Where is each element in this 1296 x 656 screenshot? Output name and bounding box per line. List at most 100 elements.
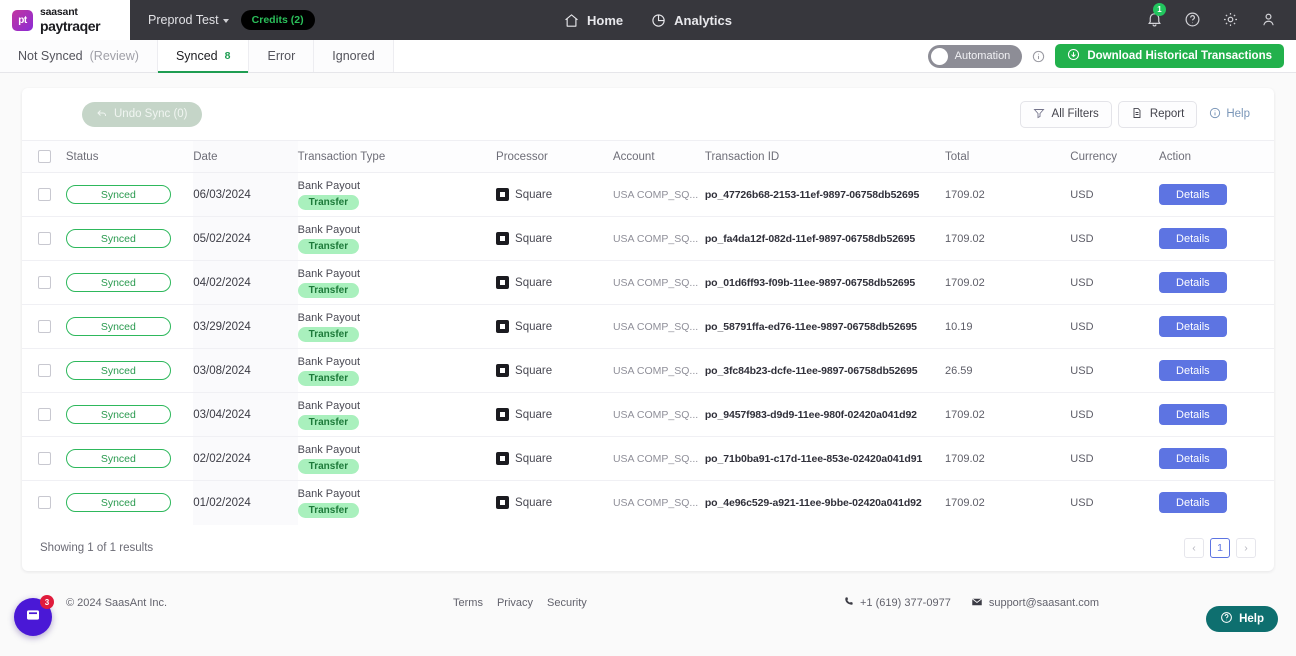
details-button[interactable]: Details — [1159, 316, 1227, 337]
security-link[interactable]: Security — [547, 597, 587, 609]
top-navigation-bar: pt saasant paytraqer Preprod Test Credit… — [0, 0, 1296, 40]
cell-currency: USD — [1070, 392, 1160, 437]
row-checkbox[interactable] — [38, 496, 51, 510]
cell-currency: USD — [1070, 172, 1160, 217]
cell-status: Synced — [65, 436, 194, 481]
help-floating-button[interactable]: Help — [1206, 606, 1278, 632]
row-checkbox[interactable] — [38, 276, 51, 289]
cell-processor: Square — [496, 304, 613, 349]
cell-date: 03/08/2024 — [193, 348, 298, 393]
cell-date: 05/02/2024 — [193, 216, 298, 261]
brand-logo-block[interactable]: pt saasant paytraqer — [0, 0, 130, 40]
header-transaction-type[interactable]: Transaction Type — [297, 140, 497, 173]
row-checkbox[interactable] — [38, 408, 51, 421]
details-button[interactable]: Details — [1159, 272, 1227, 293]
copyright-text: © 2024 SaasAnt Inc. — [66, 597, 168, 609]
transaction-type-text: Bank Payout — [297, 399, 361, 412]
info-icon[interactable] — [1032, 50, 1045, 63]
email-info[interactable]: support@saasant.com — [971, 596, 1099, 611]
phone-info[interactable]: +1 (619) 377-0977 — [843, 596, 951, 610]
transaction-type-tag: Transfer — [297, 238, 360, 254]
transaction-type-text: Bank Payout — [297, 179, 361, 192]
header-currency[interactable]: Currency — [1070, 140, 1160, 173]
details-button[interactable]: Details — [1159, 404, 1227, 425]
details-button[interactable]: Details — [1159, 184, 1227, 205]
header-date[interactable]: Date — [193, 140, 298, 173]
table-row[interactable]: Synced 03/08/2024 Bank Payout Transfer Squar… — [22, 348, 1274, 393]
nav-item-home[interactable]: Home — [564, 13, 623, 28]
chat-widget-button[interactable]: 3 — [14, 595, 54, 636]
cell-account: USA COMP_SQ... — [612, 172, 705, 217]
row-checkbox[interactable] — [38, 364, 51, 377]
header-total[interactable]: Total — [945, 140, 1071, 173]
automation-toggle-label: Automation — [954, 50, 1011, 62]
privacy-link[interactable]: Privacy — [497, 597, 533, 609]
transaction-type-tag: Transfer — [297, 370, 360, 386]
currency-code: USD — [1070, 408, 1094, 421]
header-processor[interactable]: Processor — [496, 140, 613, 173]
table-row[interactable]: Synced 03/04/2024 Bank Payout Transfer Squar… — [22, 392, 1274, 437]
user-icon[interactable] — [1260, 11, 1278, 29]
table-row[interactable]: Synced 02/02/2024 Bank Payout Transfer Squar… — [22, 436, 1274, 481]
total-amount: 1709.02 — [945, 188, 985, 201]
help-link[interactable]: Help — [1203, 107, 1256, 122]
pie-chart-icon — [651, 13, 666, 28]
account-name: USA COMP_SQ... — [612, 496, 699, 509]
header-status[interactable]: Status — [65, 140, 194, 173]
bell-icon[interactable]: 1 — [1146, 3, 1166, 29]
details-button[interactable]: Details — [1159, 448, 1227, 469]
brand-saasant-text: saasant — [40, 6, 78, 19]
transaction-type-text: Bank Payout — [297, 267, 361, 280]
cell-processor: Square — [496, 481, 613, 525]
pagination-page-1[interactable]: 1 — [1210, 537, 1230, 558]
select-all-checkbox[interactable] — [38, 150, 51, 163]
details-button[interactable]: Details — [1159, 360, 1227, 381]
pagination-prev-button[interactable]: ‹ — [1184, 537, 1204, 558]
currency-code: USD — [1070, 232, 1094, 245]
tab-synced[interactable]: Synced 8 — [157, 40, 250, 73]
transaction-type-text: Bank Payout — [297, 311, 361, 324]
cell-transaction-type: Bank Payout Transfer — [297, 392, 497, 437]
download-historical-transactions-button[interactable]: Download Historical Transactions — [1055, 44, 1284, 68]
tab-ignored[interactable]: Ignored — [314, 40, 394, 72]
all-filters-button[interactable]: All Filters — [1019, 100, 1112, 128]
results-summary: Showing 1 of 1 results — [40, 541, 154, 554]
gear-icon[interactable] — [1222, 11, 1240, 29]
cell-transaction-id: po_71b0ba91-c17d-11ee-853e-02420a041d91 — [704, 436, 945, 481]
row-select-cell — [22, 172, 66, 217]
report-button[interactable]: Report — [1117, 100, 1198, 128]
transaction-id-text: po_71b0ba91-c17d-11ee-853e-02420a041d91 — [704, 452, 923, 465]
table-header: Status Date Transaction Type Processor A… — [22, 140, 1274, 173]
automation-toggle[interactable]: Automation — [927, 44, 1023, 68]
row-checkbox[interactable] — [38, 188, 51, 201]
undo-sync-button[interactable]: Undo Sync (0) — [82, 101, 202, 127]
credits-badge[interactable]: Credits (2) — [240, 10, 315, 30]
cell-status: Synced — [65, 172, 194, 217]
table-row[interactable]: Synced 06/03/2024 Bank Payout Transfer Squar… — [22, 172, 1274, 217]
row-checkbox[interactable] — [38, 232, 51, 245]
header-account[interactable]: Account — [612, 140, 705, 173]
download-icon — [1067, 48, 1080, 64]
pagination-next-button[interactable]: › — [1236, 537, 1256, 558]
row-checkbox[interactable] — [38, 320, 51, 333]
row-checkbox[interactable] — [38, 452, 51, 465]
transaction-type-text: Bank Payout — [297, 443, 361, 456]
table-row[interactable]: Synced 01/02/2024 Bank Payout Transfer Squar… — [22, 480, 1274, 525]
cell-currency: USD — [1070, 436, 1160, 481]
cell-status: Synced — [65, 216, 194, 261]
cell-transaction-type: Bank Payout Transfer — [297, 172, 497, 217]
details-button[interactable]: Details — [1159, 492, 1227, 514]
card-toolbar: Undo Sync (0) All Filters Report Help — [22, 88, 1274, 140]
nav-item-analytics[interactable]: Analytics — [651, 13, 732, 28]
tab-not-synced[interactable]: Not Synced (Review) — [0, 40, 158, 72]
header-transaction-id[interactable]: Transaction ID — [704, 140, 945, 173]
environment-dropdown[interactable]: Preprod Test — [148, 13, 229, 27]
terms-link[interactable]: Terms — [453, 597, 483, 609]
table-row[interactable]: Synced 04/02/2024 Bank Payout Transfer Squar… — [22, 260, 1274, 305]
details-button[interactable]: Details — [1159, 228, 1227, 249]
table-row[interactable]: Synced 03/29/2024 Bank Payout Transfer Squar… — [22, 304, 1274, 349]
cell-transaction-id: po_fa4da12f-082d-11ef-9897-06758db52695 — [704, 216, 945, 261]
table-row[interactable]: Synced 05/02/2024 Bank Payout Transfer Squar… — [22, 216, 1274, 261]
tab-error[interactable]: Error — [249, 40, 315, 72]
help-circle-icon[interactable] — [1184, 11, 1202, 29]
